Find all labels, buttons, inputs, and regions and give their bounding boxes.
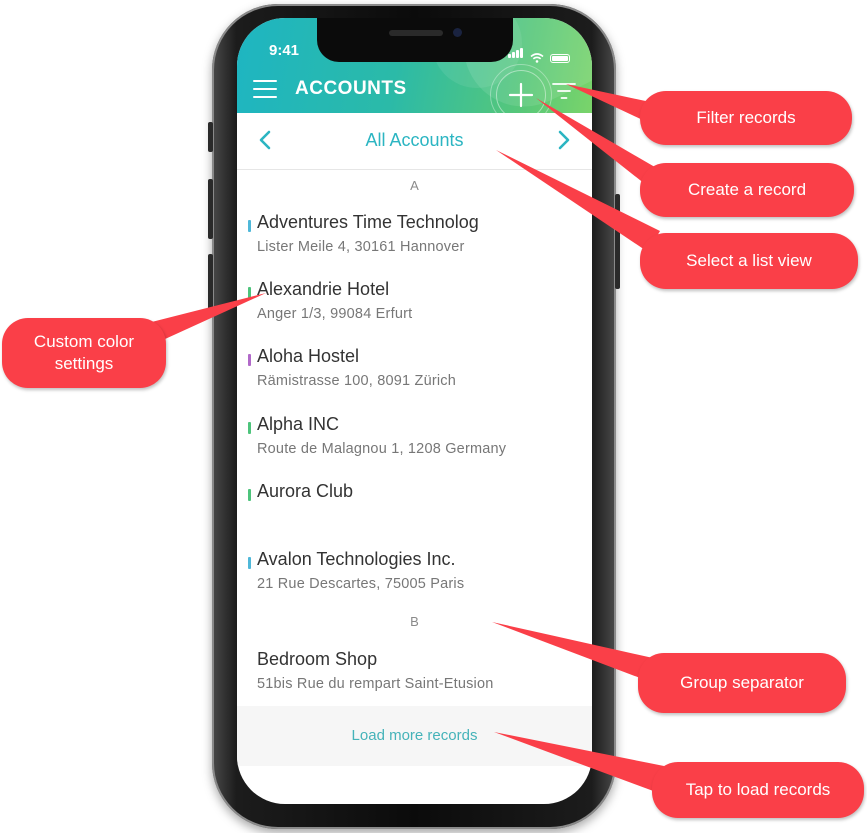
callout-create-record: Create a record [640, 163, 854, 217]
arrow-load-records [494, 732, 664, 792]
callout-load-records: Tap to load records [652, 762, 864, 818]
arrow-group-separator [492, 622, 662, 684]
callout-group-separator: Group separator [638, 653, 846, 713]
callout-custom-color: Custom color settings [2, 318, 166, 388]
front-camera [453, 28, 462, 37]
phone-notch [317, 18, 513, 62]
callout-filter-records: Filter records [640, 91, 852, 145]
speaker-grille [389, 30, 443, 36]
callout-select-list-view: Select a list view [640, 233, 858, 289]
